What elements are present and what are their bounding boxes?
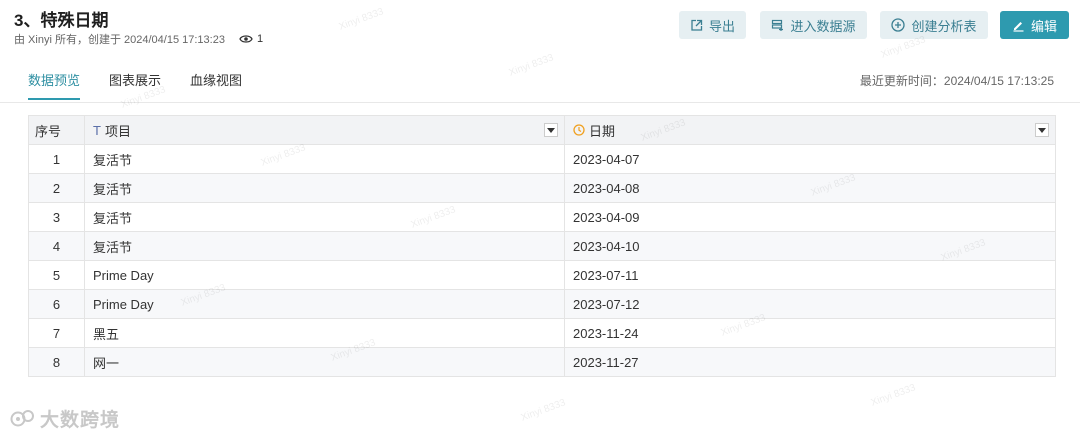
row-date: 2023-04-08 [564,173,1056,203]
clock-icon [573,124,585,136]
tab-chart-display[interactable]: 图表展示 [109,70,161,89]
create-analysis-button[interactable]: 创建分析表 [880,11,988,39]
row-item: Prime Day [84,289,565,319]
row-date: 2023-07-12 [564,289,1056,319]
edit-label: 编辑 [1030,18,1057,34]
row-index: 8 [28,347,85,377]
page-title: 3、特殊日期 [14,11,109,30]
create-analysis-label: 创建分析表 [911,18,977,34]
row-item: 复活节 [84,202,565,232]
row-item: 复活节 [84,231,565,261]
plus-circle-icon [891,18,906,32]
watermark: Xinyi 8333 [869,382,918,409]
table-row: 6 Prime Day 2023-07-12 [28,289,1056,319]
watermark: Xinyi 8333 [519,397,568,424]
row-date: 2023-07-11 [564,260,1056,290]
row-index: 3 [28,202,85,232]
eye-icon [239,35,253,43]
tab-bar: 数据预览 图表展示 血缘视图 最近更新时间：2024/04/15 17:13:2… [0,62,1080,103]
tab-data-preview[interactable]: 数据预览 [28,70,80,89]
brand-logo: 大数跨境 [10,405,120,432]
row-item: Prime Day [84,260,565,290]
row-date: 2023-11-27 [564,347,1056,377]
row-index: 6 [28,289,85,319]
active-tab-indicator [28,98,80,100]
column-header-item-label: 项目 [104,123,131,139]
column-header-item[interactable]: T 项目 [84,115,565,145]
column-header-date[interactable]: 日期 [564,115,1056,145]
date-column-dropdown[interactable] [1035,123,1049,137]
data-table: 序号 T 项目 日期 1 复活节 2023-04-07 2 复活节 2023-0… [28,115,1056,377]
edit-button[interactable]: 编辑 [1000,11,1069,39]
tab-lineage-view[interactable]: 血缘视图 [190,70,242,89]
row-index: 5 [28,260,85,290]
row-index: 4 [28,231,85,261]
row-item: 复活节 [84,144,565,174]
table-row: 3 复活节 2023-04-09 [28,202,1056,232]
table-row: 8 网一 2023-11-27 [28,347,1056,377]
brand-logo-text: 大数跨境 [40,410,121,431]
export-icon [691,19,703,31]
owner-created-text: 由 Xinyi 所有，创建于 2024/04/15 17:13:23 [14,34,225,46]
row-item: 网一 [84,347,565,377]
page-header: 3、特殊日期 由 Xinyi 所有，创建于 2024/04/15 17:13:2… [0,0,1080,54]
caret-down-icon [1038,127,1046,133]
caret-down-icon [547,127,555,133]
row-date: 2023-04-09 [564,202,1056,232]
row-date: 2023-11-24 [564,318,1056,348]
edit-icon [1013,21,1024,32]
row-item: 黑五 [84,318,565,348]
row-index: 1 [28,144,85,174]
owner-meta: 由 Xinyi 所有，创建于 2024/04/15 17:13:23 1 [14,31,263,47]
last-updated-text: 最近更新时间：2024/04/15 17:13:25 [859,74,1054,88]
datasource-label: 进入数据源 [790,18,856,34]
row-index: 2 [28,173,85,203]
table-row: 2 复活节 2023-04-08 [28,173,1056,203]
datasource-button[interactable]: 进入数据源 [760,11,867,39]
row-date: 2023-04-10 [564,231,1056,261]
row-date: 2023-04-07 [564,144,1056,174]
view-count: 1 [239,33,263,45]
datasource-icon [772,19,784,31]
column-header-date-label: 日期 [589,123,616,139]
table-row: 4 复活节 2023-04-10 [28,231,1056,261]
brand-logo-icon [10,409,34,426]
table-row: 1 复活节 2023-04-07 [28,144,1056,174]
table-row: 7 黑五 2023-11-24 [28,318,1056,348]
table-header-row: 序号 T 项目 日期 [28,115,1056,145]
export-button[interactable]: 导出 [679,11,746,39]
view-count-value: 1 [256,33,264,45]
text-type-icon: T [93,122,101,138]
table-row: 5 Prime Day 2023-07-11 [28,260,1056,290]
column-header-index: 序号 [28,115,85,145]
row-index: 7 [28,318,85,348]
item-column-dropdown[interactable] [544,123,558,137]
row-item: 复活节 [84,173,565,203]
export-label: 导出 [708,18,735,34]
